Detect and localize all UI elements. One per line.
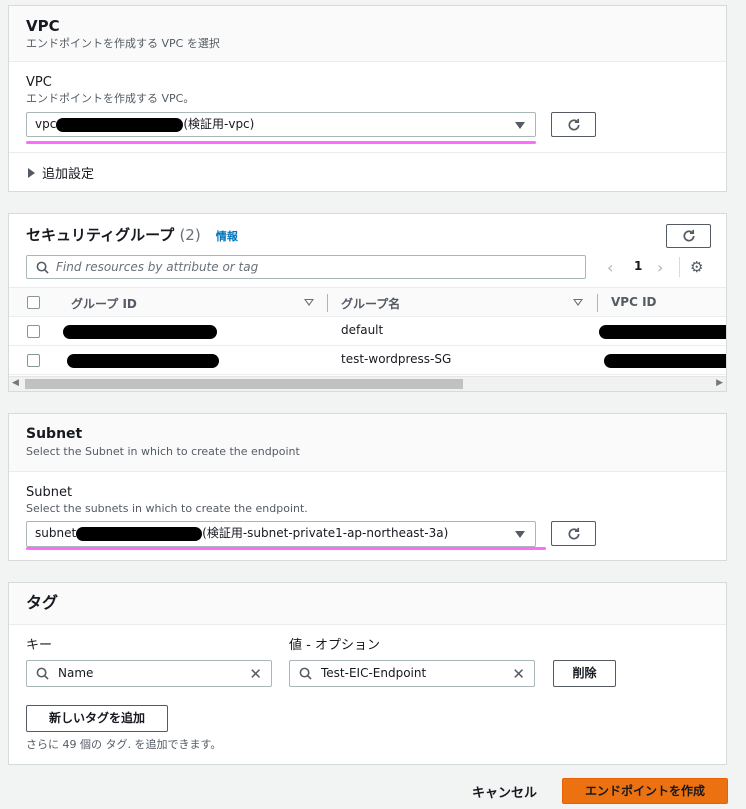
sg-search-placeholder: Find resources by attribute or tag <box>56 260 259 274</box>
sg-refresh-button[interactable] <box>666 224 711 248</box>
additional-settings-label: 追加設定 <box>42 167 95 182</box>
column-header-group-name[interactable]: グループ名 <box>341 295 400 312</box>
vpc-select-suffix: (検証用-vpc) <box>183 117 255 131</box>
tag-key-value: Name <box>58 666 94 680</box>
pagination-page[interactable]: 1 <box>634 259 642 273</box>
add-tag-button[interactable]: 新しいタグを追加 <box>26 705 168 732</box>
clear-icon[interactable]: ✕ <box>512 667 525 682</box>
redacted-vpc-id <box>599 325 726 339</box>
subnet-select-prefix: subnet <box>35 526 77 540</box>
cancel-button[interactable]: キャンセル <box>472 782 537 801</box>
pagination-divider <box>679 257 680 277</box>
sort-icon[interactable] <box>573 299 583 306</box>
vpc-select-prefix: vpc <box>35 117 57 131</box>
sg-count: (2) <box>179 226 201 244</box>
tag-key-input[interactable]: Name ✕ <box>26 660 272 687</box>
subnet-section-description: Select the Subnet in which to create the… <box>26 445 300 458</box>
redacted-subnet-id <box>76 526 203 541</box>
search-icon <box>36 667 49 680</box>
vpc-divider <box>9 152 726 153</box>
column-header-vpc-id[interactable]: VPC ID <box>611 295 657 309</box>
tag-value-input[interactable]: Test-EIC-Endpoint ✕ <box>289 660 535 687</box>
row-checkbox[interactable] <box>27 354 40 367</box>
scroll-right-icon[interactable]: ▶ <box>716 378 723 388</box>
table-row[interactable]: test-wordpress-SG <box>9 346 726 375</box>
pagination-prev[interactable]: ‹ <box>607 258 613 277</box>
vpc-field-description: エンドポイントを作成する VPC。 <box>26 92 195 105</box>
pagination-next[interactable]: › <box>657 258 663 277</box>
chevron-down-icon <box>515 531 525 538</box>
redacted-vpc-id <box>56 117 184 132</box>
tag-value-label: 値 - オプション <box>289 638 380 653</box>
vpc-field-label: VPC <box>26 75 52 90</box>
vpc-section-description: エンドポイントを作成する VPC を選択 <box>26 37 220 50</box>
vpc-select[interactable]: vpc (検証用-vpc) <box>26 112 536 137</box>
subnet-panel: Subnet Select the Subnet in which to cre… <box>8 413 727 561</box>
sg-table-header: グループ ID グループ名 VPC ID <box>9 287 726 317</box>
highlight-underline <box>26 141 536 144</box>
search-icon <box>36 261 49 274</box>
create-endpoint-button[interactable]: エンドポイントを作成 <box>562 778 728 804</box>
sg-info-link[interactable]: 情報 <box>216 230 238 243</box>
tag-remaining-note: さらに 49 個の タグ. を追加できます。 <box>26 738 222 751</box>
subnet-select-suffix: (検証用-subnet-private1-ap-northeast-3a) <box>202 526 449 540</box>
tag-key-label: キー <box>26 638 53 653</box>
tag-delete-button[interactable]: 削除 <box>553 660 616 687</box>
chevron-down-icon <box>515 122 525 129</box>
caret-right-icon <box>28 168 35 178</box>
column-separator <box>597 294 598 312</box>
sort-icon[interactable] <box>304 299 314 306</box>
tag-value-value: Test-EIC-Endpoint <box>321 666 427 680</box>
subnet-field-label: Subnet <box>26 485 73 500</box>
subnet-section-title: Subnet <box>26 426 83 442</box>
settings-gear-icon[interactable]: ⚙ <box>690 258 703 276</box>
security-group-panel: セキュリティグループ (2) 情報 Find resources by attr… <box>8 213 727 392</box>
vpc-panel: VPC エンドポイントを作成する VPC を選択 VPC エンドポイントを作成す… <box>8 5 727 192</box>
refresh-icon <box>568 118 580 130</box>
subnet-panel-header: Subnet Select the Subnet in which to cre… <box>9 414 726 472</box>
scroll-left-icon[interactable]: ◀ <box>12 378 19 388</box>
refresh-icon <box>568 527 580 539</box>
vpc-refresh-button[interactable] <box>551 112 596 137</box>
column-header-group-id[interactable]: グループ ID <box>71 295 137 312</box>
tag-panel-header: タグ <box>9 583 726 625</box>
scrollbar-thumb[interactable] <box>25 379 463 389</box>
tag-panel: タグ キー 値 - オプション Name ✕ Test-EIC-Endpoint… <box>8 582 727 765</box>
subnet-refresh-button[interactable] <box>551 521 596 546</box>
column-separator <box>327 294 328 312</box>
additional-settings-toggle[interactable]: 追加設定 <box>28 163 94 182</box>
subnet-select[interactable]: subnet (検証用-subnet-private1-ap-northeast-… <box>26 521 536 547</box>
row-checkbox[interactable] <box>27 325 40 338</box>
group-name-cell: test-wordpress-SG <box>341 352 452 366</box>
redacted-vpc-id <box>604 354 726 368</box>
group-name-cell: default <box>341 323 384 337</box>
clear-icon[interactable]: ✕ <box>249 667 262 682</box>
horizontal-scrollbar[interactable]: ◀ ▶ <box>9 376 726 391</box>
redacted-group-id <box>67 354 219 368</box>
search-icon <box>299 667 312 680</box>
tag-section-title: タグ <box>26 593 59 612</box>
highlight-underline <box>26 547 546 550</box>
sg-search-input[interactable]: Find resources by attribute or tag <box>26 255 586 279</box>
table-row[interactable]: default <box>9 317 726 346</box>
subnet-field-description: Select the subnets in which to create th… <box>26 502 308 515</box>
refresh-icon <box>683 229 695 242</box>
redacted-group-id <box>63 325 217 339</box>
sg-section-title: セキュリティグループ <box>26 226 175 244</box>
select-all-checkbox[interactable] <box>27 296 40 309</box>
vpc-section-title: VPC <box>26 17 60 35</box>
vpc-panel-header: VPC エンドポイントを作成する VPC を選択 <box>9 6 726 62</box>
